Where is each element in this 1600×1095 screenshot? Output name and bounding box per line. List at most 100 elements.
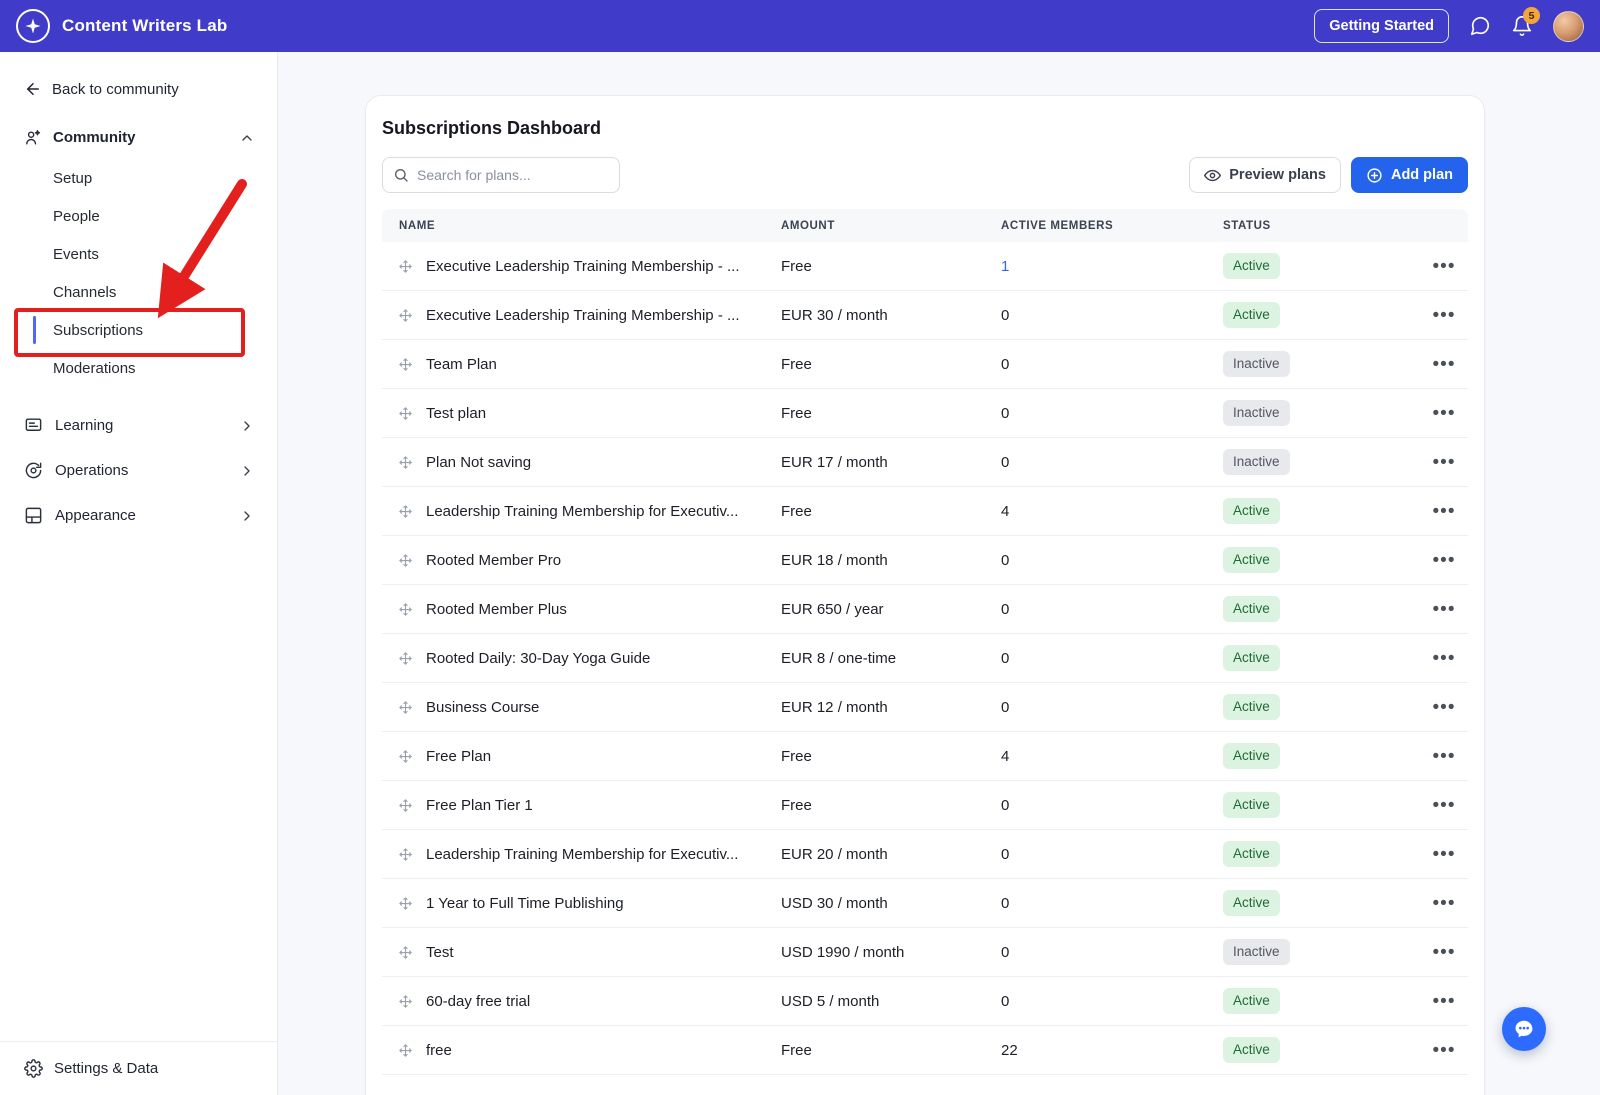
table-row[interactable]: Leadership Training Membership for Execu… [382,487,1468,536]
row-menu-button[interactable]: ••• [1420,257,1468,276]
plan-amount: EUR 18 / month [781,552,1001,569]
drag-move-icon[interactable] [398,700,413,715]
subscriptions-card: Subscriptions Dashboard Preview plans [365,95,1485,1095]
sidebar-section-community[interactable]: Community [24,128,261,147]
table-row[interactable]: Executive Leadership Training Membership… [382,242,1468,291]
drag-move-icon[interactable] [398,651,413,666]
sidebar-item-learning[interactable]: Learning [24,403,261,448]
table-row[interactable]: free Free 22 Active ••• [382,1026,1468,1075]
drag-move-icon[interactable] [398,1043,413,1058]
row-menu-button[interactable]: ••• [1420,992,1468,1011]
table-row[interactable]: Rooted Member Plus EUR 650 / year 0 Acti… [382,585,1468,634]
sidebar-item-people[interactable]: People [24,197,261,235]
plan-active-members: 0 [1001,552,1223,569]
plan-active-members: 0 [1001,650,1223,667]
row-menu-button[interactable]: ••• [1420,894,1468,913]
sidebar-item-events[interactable]: Events [24,235,261,273]
drag-move-icon[interactable] [398,896,413,911]
top-bar: Content Writers Lab Getting Started 5 [0,0,1600,52]
sidebar-item-subscriptions[interactable]: Subscriptions [24,311,261,349]
drag-move-icon[interactable] [398,798,413,813]
row-menu-button[interactable]: ••• [1420,306,1468,325]
chat-icon[interactable] [1469,15,1491,37]
row-menu-button[interactable]: ••• [1420,600,1468,619]
add-plan-button[interactable]: Add plan [1351,157,1468,193]
search-input[interactable] [382,157,620,193]
plan-active-members: 0 [1001,895,1223,912]
table-row[interactable]: Business Course EUR 12 / month 0 Active … [382,683,1468,732]
table-row[interactable]: Executive Leadership Training Membership… [382,291,1468,340]
plan-active-members: 0 [1001,601,1223,618]
plan-active-members[interactable]: 1 [1001,258,1223,275]
drag-move-icon[interactable] [398,259,413,274]
row-menu-button[interactable]: ••• [1420,404,1468,423]
drag-move-icon[interactable] [398,945,413,960]
plan-name: Executive Leadership Training Membership… [426,307,739,324]
table-row[interactable]: 60-day free trial USD 5 / month 0 Active… [382,977,1468,1026]
row-menu-button[interactable]: ••• [1420,845,1468,864]
drag-move-icon[interactable] [398,994,413,1009]
chat-launcher-button[interactable] [1502,1007,1546,1051]
row-menu-button[interactable]: ••• [1420,502,1468,521]
plan-amount: EUR 30 / month [781,307,1001,324]
plan-active-members: 0 [1001,993,1223,1010]
plan-name: Free Plan [426,748,491,765]
sidebar-item-operations[interactable]: Operations [24,448,261,493]
appearance-icon [24,506,43,525]
drag-move-icon[interactable] [398,455,413,470]
plan-name: Rooted Daily: 30-Day Yoga Guide [426,650,650,667]
plan-active-members: 4 [1001,503,1223,520]
table-row[interactable]: Test USD 1990 / month 0 Inactive ••• [382,928,1468,977]
table-row[interactable]: Free Plan Tier 1 Free 0 Active ••• [382,781,1468,830]
drag-move-icon[interactable] [398,749,413,764]
getting-started-button[interactable]: Getting Started [1314,9,1449,43]
chevron-right-icon [239,418,255,434]
drag-move-icon[interactable] [398,406,413,421]
row-menu-button[interactable]: ••• [1420,747,1468,766]
sidebar-item-channels[interactable]: Channels [24,273,261,311]
drag-move-icon[interactable] [398,308,413,323]
sidebar-item-appearance[interactable]: Appearance [24,493,261,538]
row-menu-button[interactable]: ••• [1420,796,1468,815]
plan-name: Leadership Training Membership for Execu… [426,846,738,863]
row-menu-button[interactable]: ••• [1420,649,1468,668]
table-row[interactable]: Rooted Member Pro EUR 18 / month 0 Activ… [382,536,1468,585]
avatar[interactable] [1553,11,1584,42]
drag-move-icon[interactable] [398,504,413,519]
sidebar-item-setup[interactable]: Setup [24,159,261,197]
app-logo[interactable] [16,9,50,43]
column-header-active-members: ACTIVE MEMBERS [1001,220,1223,232]
bell-icon[interactable]: 5 [1511,15,1533,37]
table-row[interactable]: Free Plan Free 4 Active ••• [382,732,1468,781]
table-row[interactable]: Rooted Daily: 30-Day Yoga Guide EUR 8 / … [382,634,1468,683]
drag-move-icon[interactable] [398,357,413,372]
table-row[interactable]: Team Plan Free 0 Inactive ••• [382,340,1468,389]
status-badge: Active [1223,988,1280,1014]
table-row[interactable]: 1 Year to Full Time Publishing USD 30 / … [382,879,1468,928]
row-menu-button[interactable]: ••• [1420,355,1468,374]
sidebar-item-moderations[interactable]: Moderations [24,349,261,387]
drag-move-icon[interactable] [398,553,413,568]
row-menu-button[interactable]: ••• [1420,1041,1468,1060]
row-menu-button[interactable]: ••• [1420,943,1468,962]
preview-plans-button[interactable]: Preview plans [1189,157,1341,193]
drag-move-icon[interactable] [398,602,413,617]
back-to-community-link[interactable]: Back to community [24,80,261,98]
plan-active-members: 0 [1001,797,1223,814]
settings-and-data-link[interactable]: Settings & Data [0,1041,277,1095]
table-row[interactable]: Plan Not saving EUR 17 / month 0 Inactiv… [382,438,1468,487]
drag-move-icon[interactable] [398,847,413,862]
column-header-amount: AMOUNT [781,220,1001,232]
four-point-star-icon [24,17,42,35]
row-menu-button[interactable]: ••• [1420,453,1468,472]
table-row[interactable]: Leadership Training Membership for Execu… [382,830,1468,879]
plan-amount: EUR 12 / month [781,699,1001,716]
plan-name: Business Course [426,699,539,716]
subnav-label: Setup [53,170,92,187]
status-badge: Active [1223,1037,1280,1063]
plan-amount: Free [781,405,1001,422]
table-row[interactable]: Test plan Free 0 Inactive ••• [382,389,1468,438]
row-menu-button[interactable]: ••• [1420,698,1468,717]
main-content: Subscriptions Dashboard Preview plans [278,52,1600,1095]
row-menu-button[interactable]: ••• [1420,551,1468,570]
